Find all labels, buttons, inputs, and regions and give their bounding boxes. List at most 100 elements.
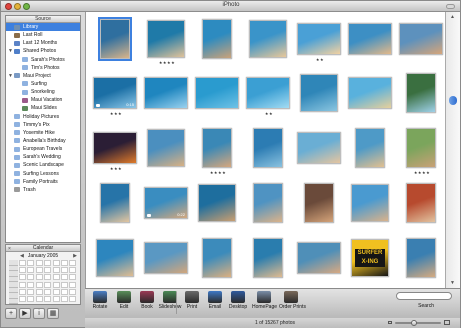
photo-cell[interactable]: ★★ (294, 15, 346, 75)
desktop-button[interactable]: Desktop (226, 291, 250, 310)
photo-cell[interactable]: ★★★★ (192, 124, 244, 184)
photo-thumbnail[interactable] (93, 132, 137, 164)
photo-cell[interactable] (396, 69, 448, 129)
source-item-sarah-s-photos[interactable]: Sarah's Photos (6, 56, 80, 64)
source-item-maui-vacation[interactable]: Maui Vacation (6, 96, 80, 104)
photo-scrollbar[interactable]: ▲ ▼ (445, 12, 460, 288)
calendar-day-cell[interactable] (52, 267, 60, 274)
photo-thumbnail[interactable] (253, 238, 283, 278)
photo-thumbnail[interactable] (96, 239, 134, 277)
slideshow-button[interactable]: Slideshow (158, 291, 182, 310)
calendar-day-cell[interactable] (35, 267, 43, 274)
disclosure-triangle-icon[interactable]: ▼ (8, 72, 13, 80)
photo-cell[interactable] (345, 179, 397, 239)
calendar-day-cell[interactable] (61, 260, 68, 266)
calendar-grid[interactable] (19, 260, 79, 304)
photo-cell[interactable] (90, 15, 142, 75)
photo-thumbnail[interactable] (253, 128, 283, 168)
source-item-european-travels[interactable]: European Travels (6, 145, 80, 153)
photo-thumbnail[interactable] (304, 183, 334, 223)
calendar-day-cell[interactable] (19, 260, 26, 266)
photo-thumbnail[interactable] (355, 128, 385, 168)
photo-thumbnail[interactable] (297, 132, 341, 164)
order-prints-button[interactable]: Order Prints (279, 291, 306, 310)
calendar-day-cell[interactable] (61, 288, 68, 295)
photo-cell[interactable]: 0:22 (141, 179, 193, 239)
photo-cell[interactable] (345, 15, 397, 75)
scroll-up-icon[interactable]: ▲ (450, 14, 455, 20)
photo-cell[interactable] (294, 124, 346, 184)
photo-thumbnail[interactable] (147, 129, 185, 167)
source-item-holiday-pictures[interactable]: Holiday Pictures (6, 113, 80, 121)
calendar-day-cell[interactable] (52, 260, 60, 266)
calendar-day-cell[interactable] (44, 260, 52, 266)
toolbar-toggle-button[interactable] (446, 4, 455, 9)
photo-cell[interactable] (345, 69, 397, 129)
email-button[interactable]: Email (203, 291, 227, 310)
book-button[interactable]: Book (135, 291, 159, 310)
info-button[interactable]: i (33, 308, 45, 319)
photo-cell[interactable] (345, 124, 397, 184)
photo-thumbnail[interactable] (100, 183, 130, 223)
calendar-day-cell[interactable] (44, 288, 52, 295)
calendar-day-cell[interactable] (69, 267, 77, 274)
calendar-day-cell[interactable] (69, 296, 77, 302)
photo-cell[interactable]: SURFER X-ING (345, 234, 397, 294)
source-item-snorkeling[interactable]: Snorkeling (6, 88, 80, 96)
calendar-day-cell[interactable] (44, 281, 52, 288)
photo-cell[interactable] (192, 69, 244, 129)
calendar-year-list[interactable] (9, 260, 18, 304)
source-item-maui-project[interactable]: ▼ Maui Project (6, 72, 80, 80)
photo-thumbnail[interactable] (144, 242, 188, 274)
calendar-day-cell[interactable] (27, 288, 35, 295)
homepage-button[interactable]: HomePage (252, 291, 277, 310)
calendar-day-cell[interactable] (35, 281, 43, 288)
calendar-day-cell[interactable] (61, 267, 68, 274)
photo-thumbnail[interactable] (297, 242, 341, 274)
calendar-day-cell[interactable] (61, 281, 68, 288)
photo-cell[interactable] (243, 179, 295, 239)
photo-thumbnail[interactable] (351, 184, 389, 222)
close-window-button[interactable] (5, 3, 12, 10)
photo-cell[interactable] (192, 15, 244, 75)
photo-cell[interactable]: 0:15 ★★★ (90, 69, 142, 129)
photo-cell[interactable] (294, 179, 346, 239)
photo-cell[interactable]: ★★ (243, 69, 295, 129)
photo-thumbnail[interactable] (406, 238, 436, 278)
photo-thumbnail[interactable] (144, 77, 188, 109)
photo-thumbnail[interactable] (98, 17, 132, 61)
source-item-sarah-s-wedding[interactable]: Sarah's Wedding (6, 153, 80, 161)
photo-thumbnail[interactable] (147, 20, 185, 58)
calendar-day-cell[interactable] (19, 267, 26, 274)
calendar-day-cell[interactable] (35, 296, 43, 302)
calendar-day-cell[interactable] (52, 281, 60, 288)
calendar-day-cell[interactable] (69, 288, 77, 295)
source-item-tim-s-photos[interactable]: Tim's Photos (6, 64, 80, 72)
photo-grid[interactable]: ★★★★ ★★ 0:15 ★★★ ★★ ★★★ ★★★★ ★★★★ 0:22 SURFER X-I… (85, 12, 445, 288)
photo-thumbnail[interactable] (202, 238, 232, 278)
calendar-day-cell[interactable] (19, 274, 26, 281)
rotate-button[interactable]: Rotate (88, 291, 112, 310)
video-thumbnail[interactable]: 0:22 (144, 187, 188, 219)
photo-thumbnail[interactable] (246, 77, 290, 109)
scroll-down-icon[interactable]: ▼ (450, 280, 455, 286)
source-item-surfing-lessons[interactable]: Surfing Lessons (6, 170, 80, 178)
photo-cell[interactable] (192, 234, 244, 294)
source-item-shared-photos[interactable]: ▼ Shared Photos (6, 47, 80, 55)
photo-cell[interactable]: ★★★ (90, 124, 142, 184)
calendar-toggle-button[interactable]: ▦ (47, 308, 59, 319)
calendar-day-cell[interactable] (19, 288, 26, 295)
source-item-surfing[interactable]: Surfing (6, 80, 80, 88)
minimize-window-button[interactable] (14, 3, 21, 10)
source-item-scenic-landscape[interactable]: Scenic Landscape (6, 161, 80, 169)
calendar-day-cell[interactable] (52, 288, 60, 295)
source-item-yosemite-hike[interactable]: Yosemite Hike (6, 129, 80, 137)
source-item-family-portraits[interactable]: Family Portraits (6, 178, 80, 186)
calendar-day-cell[interactable] (44, 296, 52, 302)
calendar-day-cell[interactable] (19, 296, 26, 302)
play-slideshow-button[interactable]: ▶ (19, 308, 31, 319)
calendar-day-cell[interactable] (52, 274, 60, 281)
photo-thumbnail[interactable] (348, 23, 392, 55)
calendar-day-cell[interactable] (69, 281, 77, 288)
search-input[interactable] (396, 292, 452, 300)
